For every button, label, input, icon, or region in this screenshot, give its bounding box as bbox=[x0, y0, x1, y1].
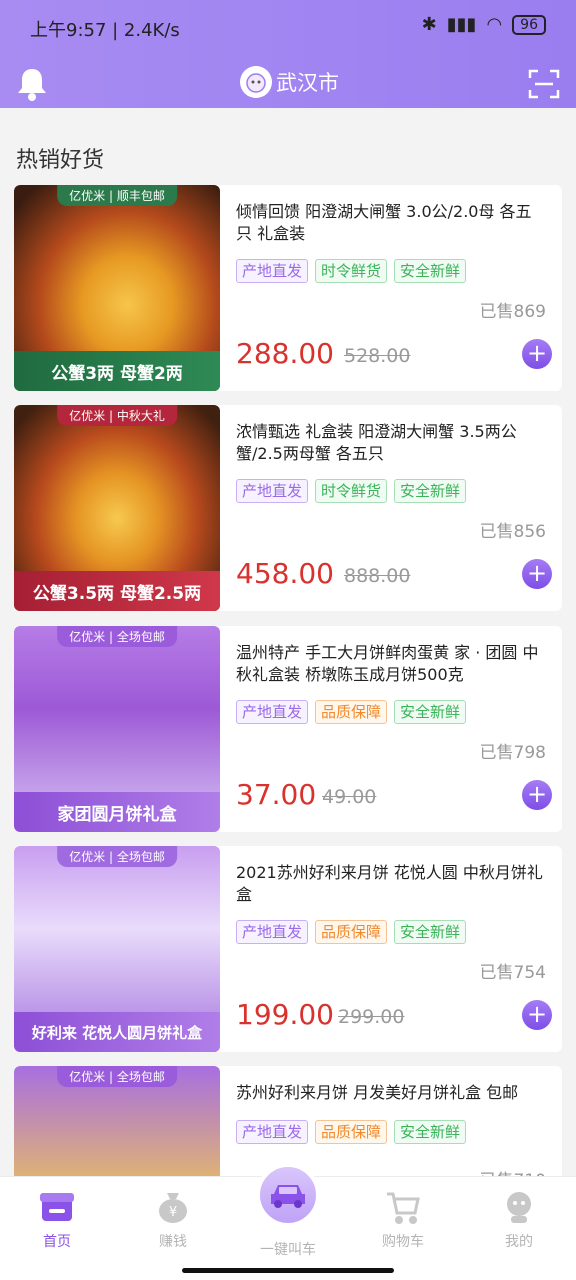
sold-count: 已售869 bbox=[479, 302, 546, 322]
original-price: 528.00 bbox=[344, 345, 411, 367]
top-bar: 上午9:57 | 2.4K/s ✱ ▮▮▮ ◠ 96 武汉市 bbox=[0, 0, 576, 108]
product-card[interactable]: 亿优米 | 全场包邮 家团圆月饼礼盒 温州特产 手工大月饼鲜肉蛋黄 家 · 团圆… bbox=[14, 626, 562, 832]
cart-icon bbox=[385, 1189, 421, 1225]
tab-label: 一键叫车 bbox=[260, 1242, 316, 1258]
tag: 时令鲜货 bbox=[315, 259, 388, 283]
profile-icon bbox=[501, 1189, 537, 1225]
product-ribbon: 亿优米 | 全场包邮 bbox=[57, 1066, 177, 1087]
tag: 安全新鲜 bbox=[394, 479, 467, 503]
original-price: 299.00 bbox=[338, 1006, 405, 1028]
add-to-cart-button[interactable]: + bbox=[522, 1000, 552, 1030]
price: 288.00 bbox=[236, 337, 334, 370]
app-logo-icon bbox=[240, 66, 272, 98]
product-tags: 产地直发 时令鲜货 安全新鲜 bbox=[236, 259, 467, 283]
status-bar: 上午9:57 | 2.4K/s ✱ ▮▮▮ ◠ 96 bbox=[0, 0, 576, 56]
wifi-icon: ◠ bbox=[486, 14, 503, 35]
tag: 产地直发 bbox=[236, 920, 309, 944]
tab-call-car[interactable]: 一键叫车 bbox=[243, 1163, 333, 1259]
product-image[interactable]: 亿优米 | 全场包邮 家团圆月饼礼盒 bbox=[14, 626, 220, 832]
tag: 产地直发 bbox=[236, 1120, 309, 1144]
price: 458.00 bbox=[236, 557, 334, 590]
product-feed[interactable]: 热销好货 亿优米 | 顺丰包邮 公蟹3两 母蟹2两 倾情回馈 阳澄湖大闸蟹 3.… bbox=[0, 108, 576, 1176]
tag: 产地直发 bbox=[236, 259, 309, 283]
tag: 安全新鲜 bbox=[394, 700, 467, 724]
city-selector[interactable]: 武汉市 bbox=[240, 64, 339, 100]
tab-mine[interactable]: 我的 bbox=[474, 1185, 564, 1251]
signal-icon: ▮▮▮ bbox=[446, 14, 477, 35]
store-icon bbox=[39, 1189, 75, 1225]
product-caption: 公蟹3两 母蟹2两 bbox=[14, 351, 220, 391]
product-image[interactable]: 亿优米 | 全场包邮 bbox=[14, 1066, 220, 1176]
section-title: 热销好货 bbox=[16, 148, 105, 173]
car-icon[interactable] bbox=[256, 1163, 320, 1227]
product-caption: 好利来 花悦人圆月饼礼盒 bbox=[14, 1012, 220, 1052]
original-price: 888.00 bbox=[344, 565, 411, 587]
svg-text:¥: ¥ bbox=[169, 1205, 177, 1220]
product-tags: 产地直发 品质保障 安全新鲜 bbox=[236, 920, 467, 944]
sold-count: 已售754 bbox=[479, 963, 546, 983]
tab-earn[interactable]: ¥ 赚钱 bbox=[128, 1185, 218, 1251]
product-tags: 产地直发 时令鲜货 安全新鲜 bbox=[236, 479, 467, 503]
tag: 产地直发 bbox=[236, 700, 309, 724]
battery-indicator: 96 bbox=[512, 14, 546, 35]
product-title[interactable]: 温州特产 手工大月饼鲜肉蛋黄 家 · 团圆 中秋礼盒装 桥墩陈玉成月饼500克 bbox=[236, 642, 546, 686]
product-card[interactable]: 亿优米 | 全场包邮 好利来 花悦人圆月饼礼盒 2021苏州好利来月饼 花悦人圆… bbox=[14, 846, 562, 1052]
price: 199.00 bbox=[236, 998, 334, 1031]
tab-cart[interactable]: 购物车 bbox=[358, 1185, 448, 1251]
product-ribbon: 亿优米 | 全场包邮 bbox=[57, 626, 177, 647]
price: 37.00 bbox=[236, 778, 317, 811]
sold-count: 已售710 bbox=[480, 1166, 546, 1176]
product-card[interactable]: 亿优米 | 中秋大礼 公蟹3.5两 母蟹2.5两 浓情甄选 礼盒装 阳澄湖大闸蟹… bbox=[14, 405, 562, 611]
tag: 时令鲜货 bbox=[315, 479, 388, 503]
money-bag-icon: ¥ bbox=[155, 1189, 191, 1225]
product-caption: 家团圆月饼礼盒 bbox=[14, 792, 220, 832]
product-card[interactable]: 亿优米 | 顺丰包邮 公蟹3两 母蟹2两 倾情回馈 阳澄湖大闸蟹 3.0公/2.… bbox=[14, 185, 562, 391]
tag: 品质保障 bbox=[315, 920, 388, 944]
original-price: 49.00 bbox=[322, 786, 377, 808]
tab-home[interactable]: 首页 bbox=[12, 1185, 102, 1251]
product-title[interactable]: 2021苏州好利来月饼 花悦人圆 中秋月饼礼盒 bbox=[236, 862, 546, 906]
sold-count: 已售798 bbox=[479, 743, 546, 763]
status-icons: ✱ ▮▮▮ ◠ 96 bbox=[422, 14, 546, 35]
product-tags: 产地直发 品质保障 安全新鲜 bbox=[236, 1120, 467, 1144]
tab-label: 购物车 bbox=[382, 1234, 424, 1250]
scan-icon[interactable] bbox=[528, 68, 560, 100]
add-to-cart-button[interactable]: + bbox=[522, 559, 552, 589]
tag: 品质保障 bbox=[315, 1120, 388, 1144]
product-ribbon: 亿优米 | 顺丰包邮 bbox=[57, 185, 177, 206]
tab-label: 我的 bbox=[505, 1234, 533, 1250]
add-to-cart-button[interactable]: + bbox=[522, 780, 552, 810]
tab-label: 首页 bbox=[43, 1234, 71, 1250]
product-ribbon: 亿优米 | 全场包邮 bbox=[57, 846, 177, 867]
city-name: 武汉市 bbox=[276, 71, 339, 95]
product-image[interactable]: 亿优米 | 顺丰包邮 公蟹3两 母蟹2两 bbox=[14, 185, 220, 391]
tag: 安全新鲜 bbox=[394, 1120, 467, 1144]
product-image[interactable]: 亿优米 | 全场包邮 好利来 花悦人圆月饼礼盒 bbox=[14, 846, 220, 1052]
home-indicator bbox=[182, 1268, 394, 1273]
product-tags: 产地直发 品质保障 安全新鲜 bbox=[236, 700, 467, 724]
bluetooth-icon: ✱ bbox=[421, 14, 437, 35]
bell-icon[interactable] bbox=[16, 66, 48, 102]
tab-label: 赚钱 bbox=[159, 1234, 187, 1250]
tag: 安全新鲜 bbox=[394, 920, 467, 944]
product-title[interactable]: 倾情回馈 阳澄湖大闸蟹 3.0公/2.0母 各五只 礼盒装 bbox=[236, 201, 546, 245]
tag: 安全新鲜 bbox=[394, 259, 467, 283]
product-title[interactable]: 浓情甄选 礼盒装 阳澄湖大闸蟹 3.5两公蟹/2.5两母蟹 各五只 bbox=[236, 421, 546, 465]
product-title[interactable]: 苏州好利来月饼 月发美好月饼礼盒 包邮 bbox=[236, 1082, 546, 1104]
add-to-cart-button[interactable]: + bbox=[522, 339, 552, 369]
product-card[interactable]: 亿优米 | 全场包邮 苏州好利来月饼 月发美好月饼礼盒 包邮 产地直发 品质保障… bbox=[14, 1066, 562, 1176]
tag: 产地直发 bbox=[236, 479, 309, 503]
status-time: 上午9:57 | 2.4K/s bbox=[30, 20, 180, 41]
product-ribbon: 亿优米 | 中秋大礼 bbox=[57, 405, 177, 426]
product-image[interactable]: 亿优米 | 中秋大礼 公蟹3.5两 母蟹2.5两 bbox=[14, 405, 220, 611]
bottom-tab-bar: 首页 ¥ 赚钱 一键叫车 购物车 我的 bbox=[0, 1163, 576, 1280]
tag: 品质保障 bbox=[315, 700, 388, 724]
sold-count: 已售856 bbox=[479, 522, 546, 542]
product-caption: 公蟹3.5两 母蟹2.5两 bbox=[14, 571, 220, 611]
